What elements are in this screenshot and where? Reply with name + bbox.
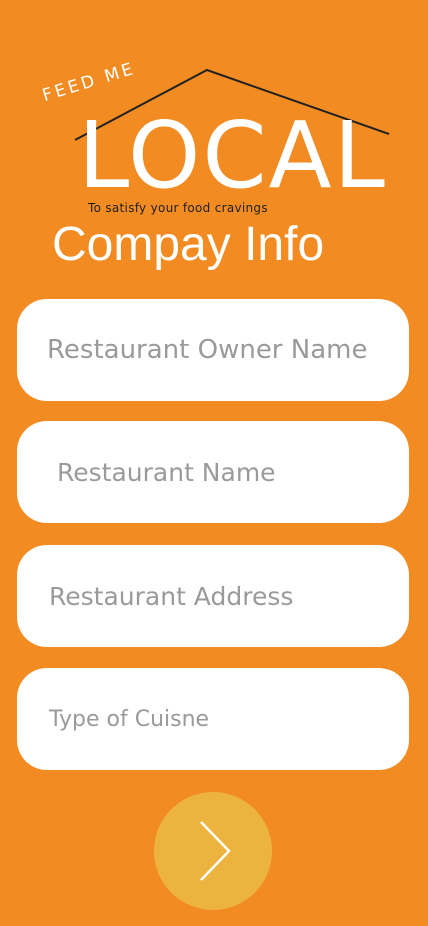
restaurant-name-field[interactable]: Restaurant Name	[17, 421, 409, 523]
chevron-right-icon	[200, 821, 231, 881]
restaurant-owner-name-field[interactable]: Restaurant Owner Name	[17, 299, 409, 401]
feed-me-local-logo: FEED ME LOCAL To satisfy your food cravi…	[0, 0, 428, 220]
restaurant-address-field[interactable]: Restaurant Address	[17, 545, 409, 647]
page-title: Compay Info	[52, 218, 325, 271]
logo-tagline: To satisfy your food cravings	[88, 201, 268, 215]
next-button[interactable]	[154, 792, 272, 910]
logo-local-text: LOCAL	[78, 102, 387, 209]
cuisine-type-field[interactable]: Type of Cuisne	[17, 668, 409, 770]
